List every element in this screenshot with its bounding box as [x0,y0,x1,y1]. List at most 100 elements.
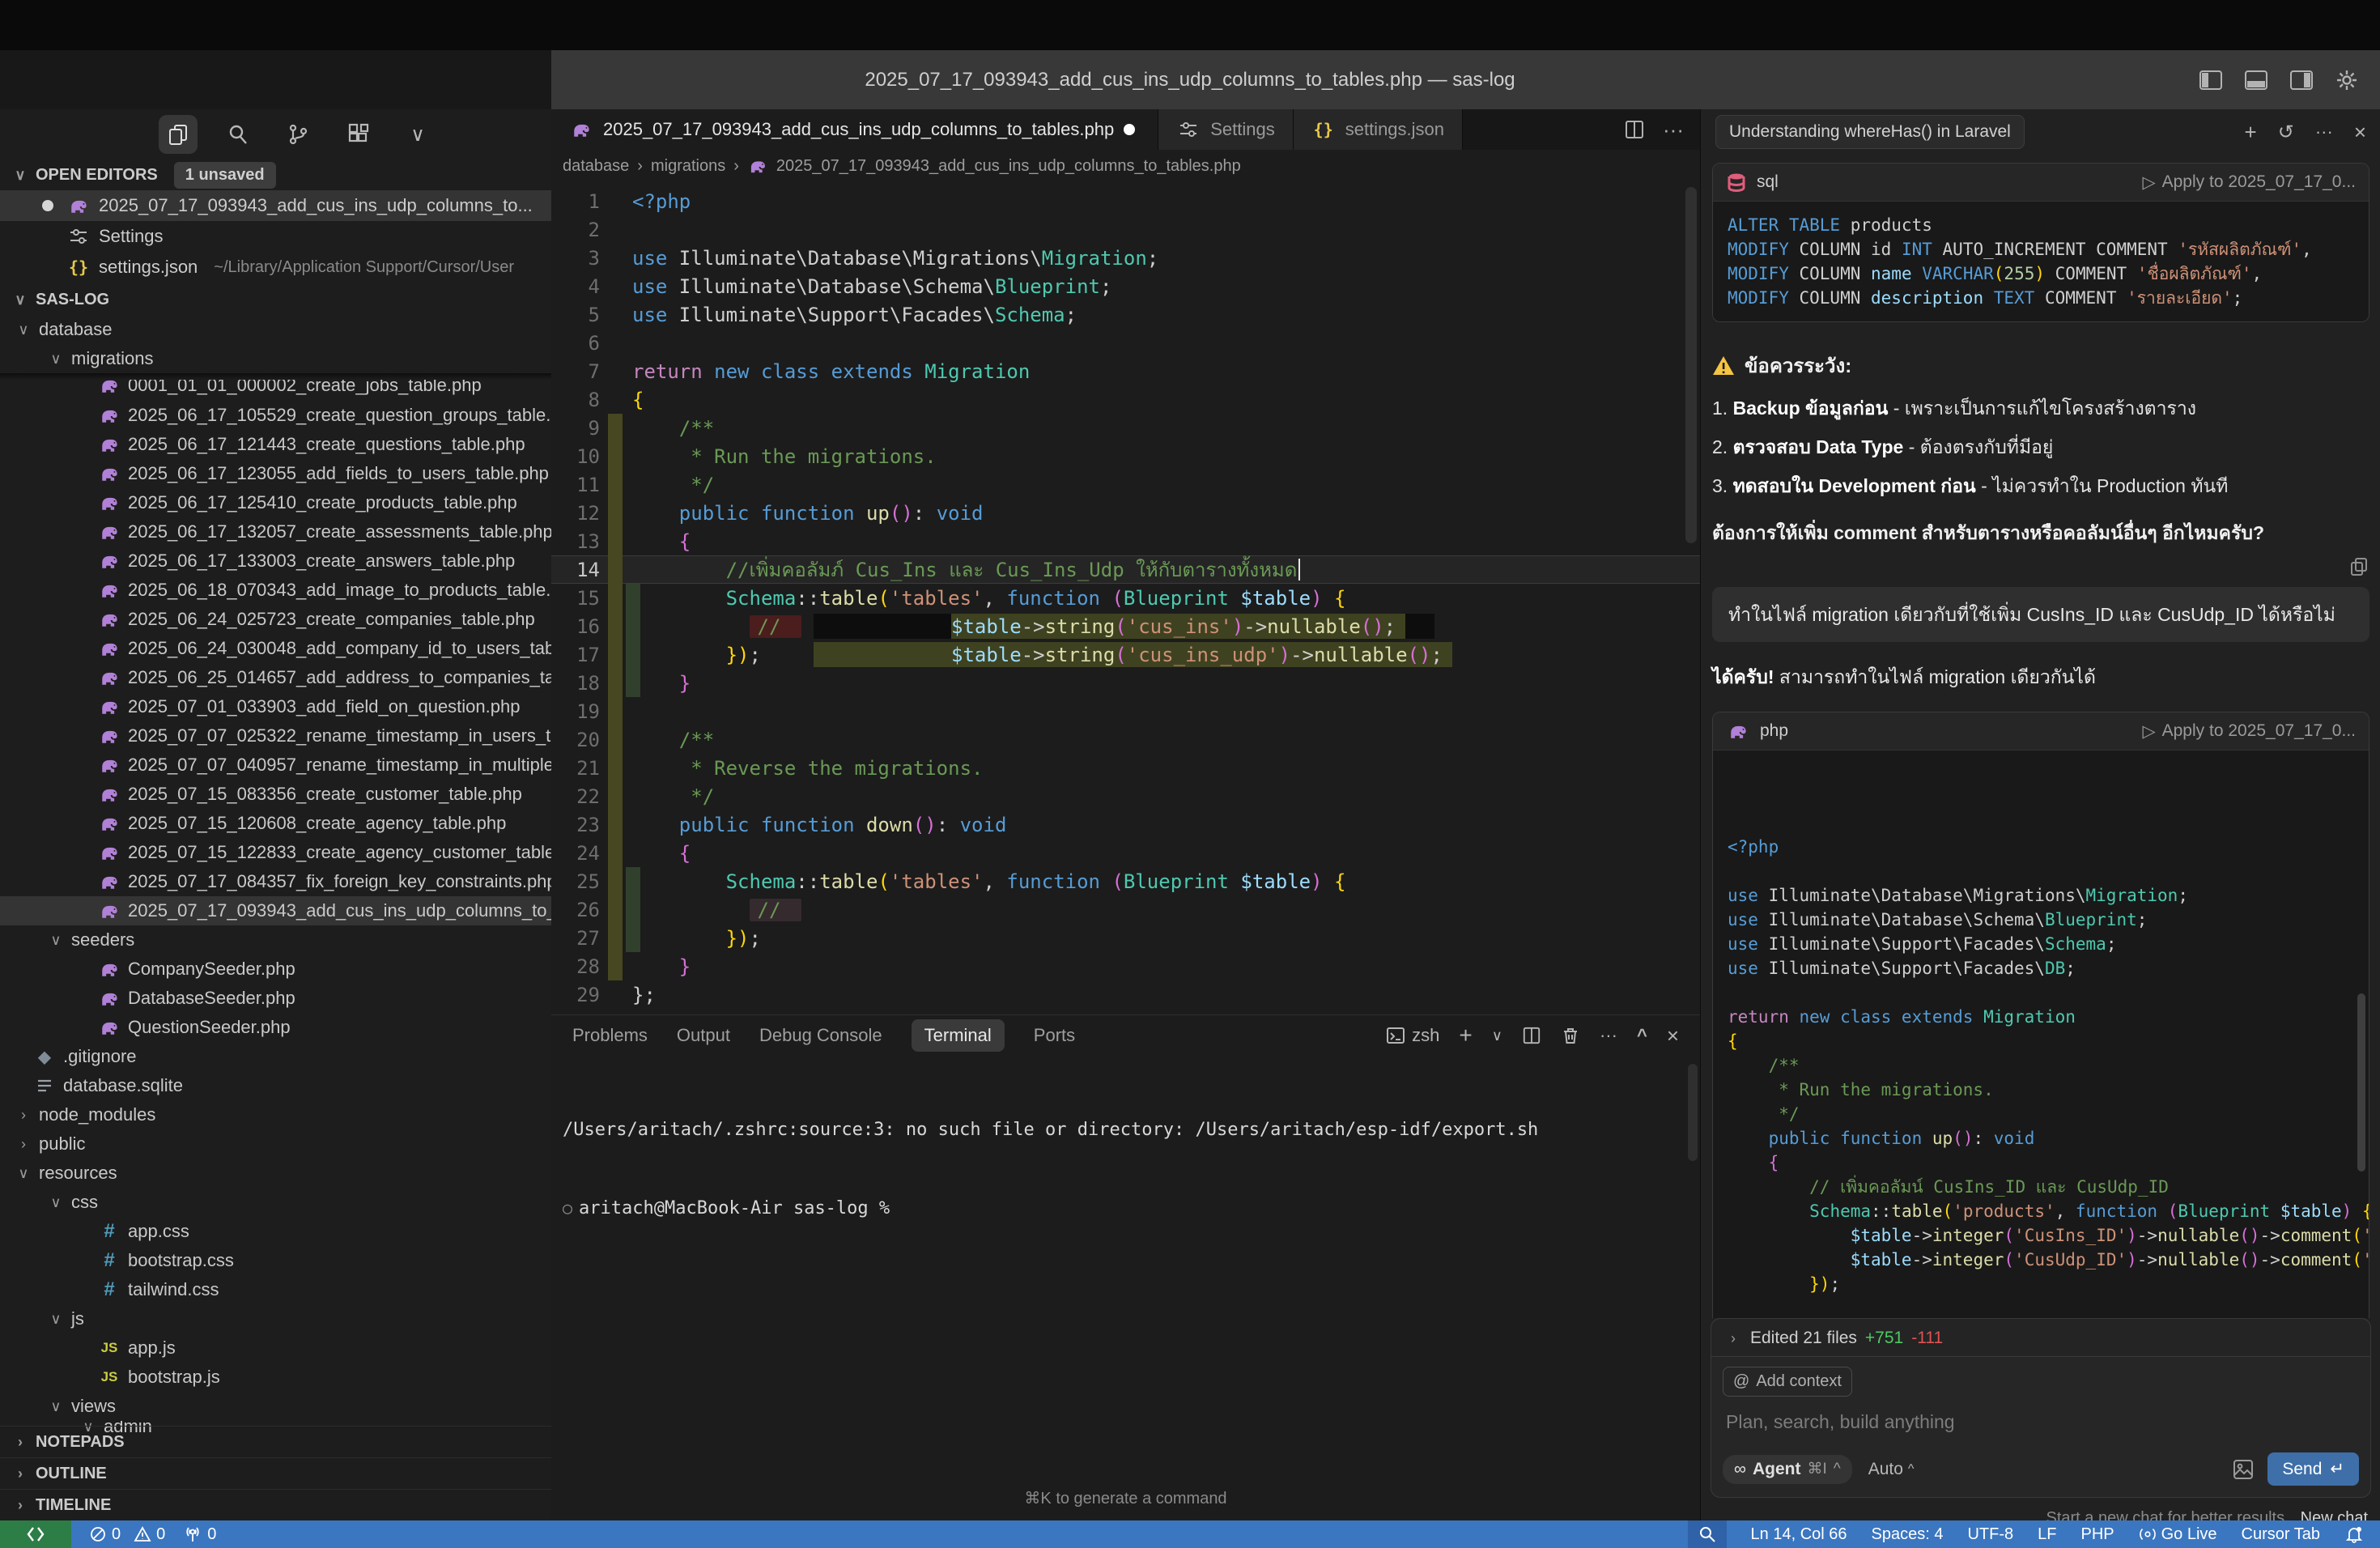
code-line-18[interactable]: 18 } [551,669,1700,697]
code-line-23[interactable]: 23 public function down(): void [551,810,1700,839]
tree-item-2025-06-24-030048-add-company-id-to-users-tabl-[interactable]: 2025_06_24_030048_add_company_id_to_user… [0,634,551,663]
tree-item-js[interactable]: ∨js [0,1304,551,1333]
zoom-status-icon[interactable] [1688,1520,1727,1548]
send-button[interactable]: Send↵ [2267,1452,2359,1486]
tree-item-2025-07-15-120608-create-agency-table-php[interactable]: 2025_07_15_120608_create_agency_table.ph… [0,809,551,838]
chat-messages[interactable]: sql ▷Apply to 2025_07_17_0... ALTER TABL… [1701,155,2380,1361]
tree-item-bootstrap-js[interactable]: JSbootstrap.js [0,1363,551,1392]
chevron-down-icon[interactable]: ∨ [398,115,437,154]
new-chat-button[interactable]: New chat [2301,1509,2368,1520]
tab-settings[interactable]: Settings [1158,109,1294,150]
tree-item-2025-07-17-084357-fix-foreign-key-constraints-php[interactable]: 2025_07_17_084357_fix_foreign_key_constr… [0,867,551,896]
breadcrumb-file[interactable]: 2025_07_17_093943_add_cus_ins_udp_column… [776,157,1241,176]
code-line-20[interactable]: 20 /** [551,725,1700,754]
split-editor-icon[interactable] [1624,119,1645,140]
code-line-12[interactable]: 12 public function up(): void [551,499,1700,527]
ports-status[interactable]: 0 [183,1525,216,1544]
chat-tab[interactable]: Understanding whereHas() in Laravel [1715,115,2025,149]
code-line-6[interactable]: 6 [551,329,1700,357]
tree-item-views[interactable]: ∨views [0,1392,551,1421]
code-line-11[interactable]: 11 */ [551,470,1700,499]
toggle-bottom-panel-icon[interactable] [2244,68,2268,92]
inline-suggestion[interactable]: $table->string('cus_ins')->nullable(); [814,614,1434,639]
history-icon[interactable]: ↺ [2278,121,2294,144]
tree-item-2025-06-18-070343-add-image-to-products-table-p-[interactable]: 2025_06_18_070343_add_image_to_products_… [0,576,551,605]
code-line-8[interactable]: 8{ [551,385,1700,414]
more-actions-icon[interactable]: ··· [1600,1025,1617,1046]
chevron-down-icon[interactable]: ∨ [1492,1027,1502,1044]
chat-input-placeholder[interactable]: Plan, search, build anything [1726,1411,2356,1433]
code-line-17[interactable]: 17 });$table->string('cus_ins_udp')->nul… [551,640,1700,669]
unsaved-dot-icon[interactable] [1124,124,1135,135]
apply-button[interactable]: ▷Apply to 2025_07_17_0... [2142,721,2356,742]
breadcrumb-item[interactable]: migrations [651,157,725,176]
code-scrollbar[interactable] [2357,993,2365,1172]
tab-problems[interactable]: Problems [572,1025,648,1046]
code-line-2[interactable]: 2 [551,215,1700,244]
tree-item-questionseeder-php[interactable]: QuestionSeeder.php [0,1013,551,1042]
tree-item-resources[interactable]: ∨resources [0,1159,551,1188]
language-status[interactable]: PHP [2080,1525,2114,1544]
code-line-19[interactable]: 19 [551,697,1700,725]
tree-item-2025-06-17-121443-create-questions-table-php[interactable]: 2025_06_17_121443_create_questions_table… [0,430,551,459]
split-terminal-icon[interactable] [1522,1026,1541,1045]
tree-item-2025-06-17-123055-add-fields-to-users-table-php[interactable]: 2025_06_17_123055_add_fields_to_users_ta… [0,459,551,488]
tab-settings-json[interactable]: {} settings.json [1294,109,1463,150]
settings-gear-icon[interactable] [2335,68,2359,92]
code-line-21[interactable]: 21 * Reverse the migrations. [551,754,1700,782]
agent-mode-chip[interactable]: ∞ Agent ⌘I ^ [1723,1455,1852,1484]
tab-output[interactable]: Output [677,1025,730,1046]
tab-ports[interactable]: Ports [1034,1025,1075,1046]
tree-item-migrations[interactable]: ∨migrations [0,344,551,373]
tree-item-public[interactable]: ›public [0,1129,551,1159]
extensions-icon[interactable] [338,115,377,154]
code-line-9[interactable]: 9 /** [551,414,1700,442]
explorer-icon[interactable] [159,115,198,154]
more-actions-icon[interactable]: ··· [1663,117,1684,142]
tree-item-2025-06-17-105529-create-question-groups-table-php[interactable]: 2025_06_17_105529_create_question_groups… [0,401,551,430]
open-editor-item[interactable]: Settings [0,221,551,252]
open-editors-header[interactable]: ∨ OPEN EDITORS 1 unsaved [0,159,551,190]
tree-item-app-js[interactable]: JSapp.js [0,1333,551,1363]
tab-terminal[interactable]: Terminal [912,1019,1005,1052]
tree-item-bootstrap-css[interactable]: #bootstrap.css [0,1246,551,1275]
tree-item-2025-07-15-083356-create-customer-table-php[interactable]: 2025_07_15_083356_create_customer_table.… [0,780,551,809]
tree-item-seeders[interactable]: ∨seeders [0,925,551,955]
code-line-15[interactable]: 15 Schema::table('tables', function (Blu… [551,584,1700,612]
inline-suggestion[interactable]: $table->string('cus_ins_udp')->nullable(… [814,642,1452,667]
tree-item-database[interactable]: ∨database [0,315,551,344]
code-line-29[interactable]: 29}; [551,980,1700,1009]
tab-debug-console[interactable]: Debug Console [759,1025,882,1046]
code-line-3[interactable]: 3use Illuminate\Database\Migrations\Migr… [551,244,1700,272]
close-panel-icon[interactable]: × [2354,120,2366,145]
terminal-output[interactable]: /Users/aritach/.zshrc:source:3: no such … [551,1056,1700,1274]
go-live-button[interactable]: Go Live [2139,1525,2217,1544]
code-line-26[interactable]: 26 // [551,895,1700,924]
tree-item-2025-07-07-040957-rename-timestamp-in-multiple-t-[interactable]: 2025_07_07_040957_rename_timestamp_in_mu… [0,751,551,780]
edited-files-summary[interactable]: › Edited 21 files +751 -111 [1711,1318,2371,1356]
code-line-16[interactable]: 16 //$table->string('cus_ins')->nullable… [551,612,1700,640]
sidebar-section-notepads[interactable]: ›NOTEPADS [0,1426,551,1457]
new-chat-icon[interactable]: + [2245,120,2257,145]
tree-item-2025-06-17-132057-create-assessments-table-php[interactable]: 2025_06_17_132057_create_assessments_tab… [0,517,551,546]
php-code[interactable]: <?php use Illuminate\Database\Migrations… [1713,751,2369,1361]
tree-item-2025-07-17-093943-add-cus-ins-udp-columns-to-ta-[interactable]: 2025_07_17_093943_add_cus_ins_udp_column… [0,896,551,925]
tab-migration-file[interactable]: 2025_07_17_093943_add_cus_ins_udp_column… [551,109,1158,150]
remote-indicator[interactable] [0,1520,71,1548]
shell-chip[interactable]: zsh [1386,1025,1439,1046]
code-line-27[interactable]: 27 }); [551,924,1700,952]
notifications-bell-icon[interactable] [2344,1525,2364,1544]
open-editor-item[interactable]: 2025_07_17_093943_add_cus_ins_udp_column… [0,190,551,221]
code-line-4[interactable]: 4use Illuminate\Database\Schema\Blueprin… [551,272,1700,300]
encoding-status[interactable]: UTF-8 [1967,1525,2013,1544]
sidebar-section-timeline[interactable]: ›TIMELINE [0,1489,551,1520]
tree-item-2025-07-01-033903-add-field-on-question-php[interactable]: 2025_07_01_033903_add_field_on_question.… [0,692,551,721]
tree-item-2025-07-15-122833-create-agency-customer-table-p-[interactable]: 2025_07_15_122833_create_agency_customer… [0,838,551,867]
breadcrumb[interactable]: database › migrations › 2025_07_17_09394… [551,150,1711,182]
source-control-icon[interactable] [278,115,317,154]
tree-item--gitignore[interactable]: ◆.gitignore [0,1042,551,1071]
copy-icon[interactable] [2348,556,2369,577]
cursor-position-status[interactable]: Ln 14, Col 66 [1751,1525,1847,1544]
tree-item-2025-06-17-125410-create-products-table-php[interactable]: 2025_06_17_125410_create_products_table.… [0,488,551,517]
image-icon[interactable] [2232,1458,2255,1481]
